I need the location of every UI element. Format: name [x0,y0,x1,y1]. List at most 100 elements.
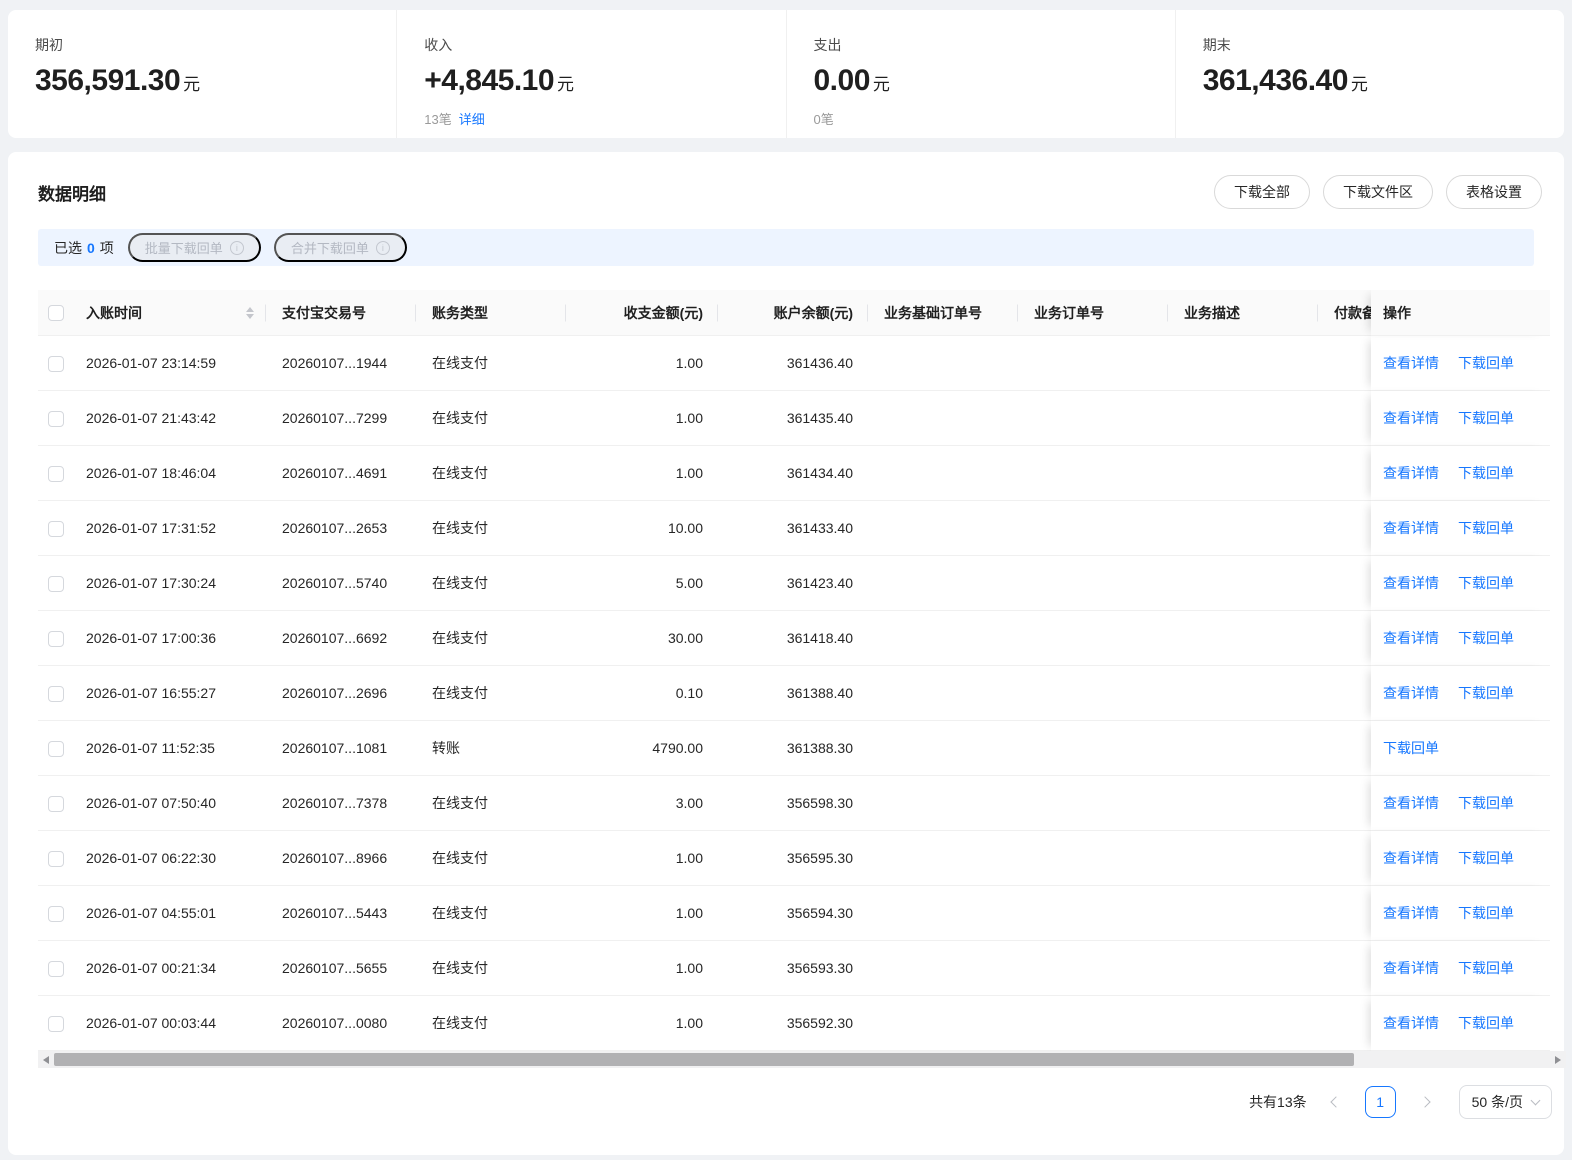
page-size-select[interactable]: 50 条/页 [1458,1085,1552,1119]
cell-actions: 查看详情 下载回单 [1371,886,1550,941]
download-receipt-link[interactable]: 下载回单 [1458,410,1514,426]
row-checkbox[interactable] [48,685,64,702]
download-all-button[interactable]: 下载全部 [1214,175,1310,209]
download-receipt-link[interactable]: 下载回单 [1458,575,1514,591]
view-detail-link[interactable]: 查看详情 [1383,575,1439,591]
download-file-area-button[interactable]: 下载文件区 [1323,175,1433,209]
cell-actions: 查看详情 下载回单 [1371,941,1550,996]
cell-balance: 361436.40 [718,336,868,391]
view-detail-link[interactable]: 查看详情 [1383,520,1439,536]
scrollbar-thumb[interactable] [54,1053,1354,1066]
cell-base-order [868,611,1018,666]
prev-page-button[interactable] [1329,1096,1342,1108]
download-receipt-link[interactable]: 下载回单 [1458,905,1514,921]
row-checkbox[interactable] [48,905,64,922]
batch-download-button[interactable]: 批量下载回单 i [127,233,261,262]
next-page-button[interactable] [1418,1096,1431,1108]
row-checkbox[interactable] [48,795,64,812]
download-receipt-link[interactable]: 下载回单 [1458,960,1514,976]
view-detail-link[interactable]: 查看详情 [1383,795,1439,811]
cell-amount: 1.00 [566,996,718,1051]
cell-account-type: 在线支付 [416,501,566,556]
view-detail-link[interactable]: 查看详情 [1383,410,1439,426]
view-detail-link[interactable]: 查看详情 [1383,850,1439,866]
row-checkbox[interactable] [48,465,64,482]
download-receipt-link[interactable]: 下载回单 [1458,520,1514,536]
cell-actions: 查看详情 下载回单 [1371,776,1550,831]
row-checkbox[interactable] [48,520,64,537]
row-checkbox[interactable] [48,410,64,427]
download-receipt-link[interactable]: 下载回单 [1458,795,1514,811]
view-detail-link[interactable]: 查看详情 [1383,355,1439,371]
row-checkbox[interactable] [48,740,64,757]
stat-count: 0笔 [813,112,834,127]
cell-amount: 30.00 [566,611,718,666]
select-all-checkbox[interactable] [48,305,64,322]
cell-account-type: 在线支付 [416,666,566,721]
cell-time: 2026-01-07 06:22:30 [76,831,266,886]
download-receipt-link[interactable]: 下载回单 [1458,355,1514,371]
col-header-time[interactable]: 入账时间 [76,290,266,336]
col-header-balance: 账户余额(元) [718,290,868,336]
view-detail-link[interactable]: 查看详情 [1383,630,1439,646]
download-receipt-link[interactable]: 下载回单 [1458,630,1514,646]
download-receipt-link[interactable]: 下载回单 [1458,1015,1514,1031]
cell-account-type: 在线支付 [416,886,566,941]
cell-time: 2026-01-07 21:43:42 [76,391,266,446]
merge-download-button[interactable]: 合并下载回单 i [273,233,407,262]
scroll-right-icon[interactable] [1555,1055,1561,1064]
table-header-row: 入账时间 支付宝交易号 账务类型 收支金额(元) 账户余额(元) 业务基础订单号… [38,290,1550,336]
cell-account-type: 在线支付 [416,776,566,831]
info-icon: i [229,240,244,255]
view-detail-link[interactable]: 查看详情 [1383,905,1439,921]
row-checkbox[interactable] [48,960,64,977]
col-header-order: 业务订单号 [1018,290,1168,336]
row-checkbox[interactable] [48,1015,64,1032]
horizontal-scrollbar[interactable] [38,1051,1566,1068]
stat-amount: 361,436.40 [1202,64,1349,97]
cell-amount: 3.00 [566,776,718,831]
cell-base-order [868,776,1018,831]
download-receipt-link[interactable]: 下载回单 [1458,685,1514,701]
row-checkbox[interactable] [48,850,64,867]
row-checkbox[interactable] [48,355,64,372]
view-detail-link[interactable]: 查看详情 [1383,465,1439,481]
cell-amount: 4790.00 [566,721,718,776]
income-detail-link[interactable]: 详细 [459,112,485,127]
cell-transaction-id: 20260107...1081 [266,721,416,776]
cell-balance: 361418.40 [718,611,868,666]
cell-transaction-id: 20260107...1944 [266,336,416,391]
cell-order [1018,391,1168,446]
col-header-amount: 收支金额(元) [566,290,718,336]
cell-description [1168,886,1318,941]
row-checkbox[interactable] [48,575,64,592]
stat-unit: 元 [183,75,200,94]
cell-amount: 1.00 [566,831,718,886]
page-number-button[interactable]: 1 [1364,1086,1396,1118]
cell-actions: 查看详情 下载回单 [1371,996,1550,1051]
cell-base-order [868,996,1018,1051]
view-detail-link[interactable]: 查看详情 [1383,685,1439,701]
stat-amount: 0.00 [813,64,871,97]
scroll-left-icon[interactable] [43,1055,49,1064]
cell-base-order [868,886,1018,941]
table-settings-button[interactable]: 表格设置 [1446,175,1542,209]
download-receipt-link[interactable]: 下载回单 [1383,740,1439,756]
cell-actions: 查看详情 下载回单 [1371,611,1550,666]
cell-amount: 1.00 [566,336,718,391]
stat-subline: 0笔 [814,109,1175,128]
panel-header: 数据明细 下载全部 下载文件区 表格设置 [8,152,1564,209]
chevron-right-icon [1418,1096,1431,1108]
cell-time: 2026-01-07 18:46:04 [76,446,266,501]
cell-time: 2026-01-07 17:31:52 [76,501,266,556]
download-receipt-link[interactable]: 下载回单 [1458,850,1514,866]
stat-income: 收入 +4,845.10 元 13笔 详细 [396,10,785,138]
view-detail-link[interactable]: 查看详情 [1383,960,1439,976]
cell-actions: 查看详情 下载回单 [1371,666,1550,721]
merge-download-label: 合并下载回单 [290,241,369,256]
sort-icon[interactable] [246,306,254,319]
download-receipt-link[interactable]: 下载回单 [1458,465,1514,481]
cell-balance: 356598.30 [718,776,868,831]
view-detail-link[interactable]: 查看详情 [1383,1015,1439,1031]
row-checkbox[interactable] [48,630,64,647]
